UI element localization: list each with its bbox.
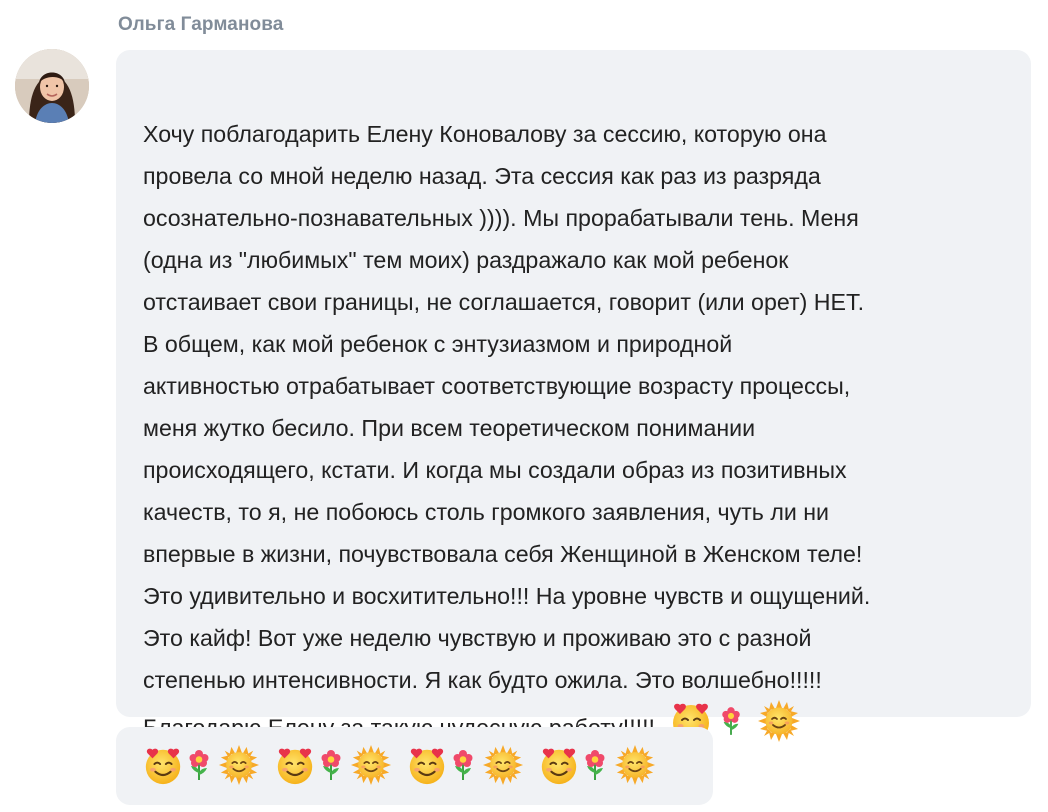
flower-icon [184,749,218,786]
flower-icon [316,749,350,786]
smiling-face-with-heart-eyes-icon [142,744,184,791]
message-line: (одна из "любимых" тем моих) раздражало … [143,247,789,273]
message-line: отстаивает свои границы, не соглашается,… [143,289,865,315]
message-line: впервые в жизни, почувствовала себя Женщ… [143,541,863,567]
message-line: степенью интенсивности. Я как будто ожил… [143,667,822,693]
author-name[interactable]: Ольга Гарманова [118,14,283,36]
message-text: Хочу поблагодарить Елену Коновалову за с… [143,71,1031,758]
sun-with-face-icon [350,744,406,791]
sun-with-face-icon [757,699,801,756]
smiling-face-with-heart-eyes-icon [274,744,316,791]
flower-icon [580,749,614,786]
avatar[interactable] [15,49,89,123]
message-line: В общем, как мой ребенок с энтузиазмом и… [143,331,733,357]
message-line: качеств, то я, не побоюсь столь громкого… [143,499,830,525]
flower-icon [448,749,482,786]
flower-icon [719,706,743,749]
message-bubble: Хочу поблагодарить Елену Коновалову за с… [116,50,1031,717]
message-line: Это кайф! Вот уже неделю чувствую и прож… [143,625,812,651]
emoji-row [142,744,670,791]
smiling-face-with-heart-eyes-icon [538,744,580,791]
smiling-face-with-heart-eyes-icon [406,744,448,791]
message-line: Хочу поблагодарить Елену Коновалову за с… [143,121,827,147]
message-line: осознательно-познавательных )))). Мы про… [143,205,859,231]
emoji-message-bubble [116,727,713,805]
avatar-photo [15,49,89,123]
message-line: активностью отрабатывает соответствующие… [143,373,851,399]
sun-with-face-icon [482,744,538,791]
message-line: происходящего, кстати. И когда мы создал… [143,457,847,483]
message-line: Это удивительно и восхитительно!!! На ур… [143,583,871,609]
sun-with-face-icon [614,744,670,791]
message-line: меня жутко бесило. При всем теоретическо… [143,415,756,441]
message-line: провела со мной неделю назад. Эта сессия… [143,163,821,189]
sun-with-face-icon [218,744,274,791]
